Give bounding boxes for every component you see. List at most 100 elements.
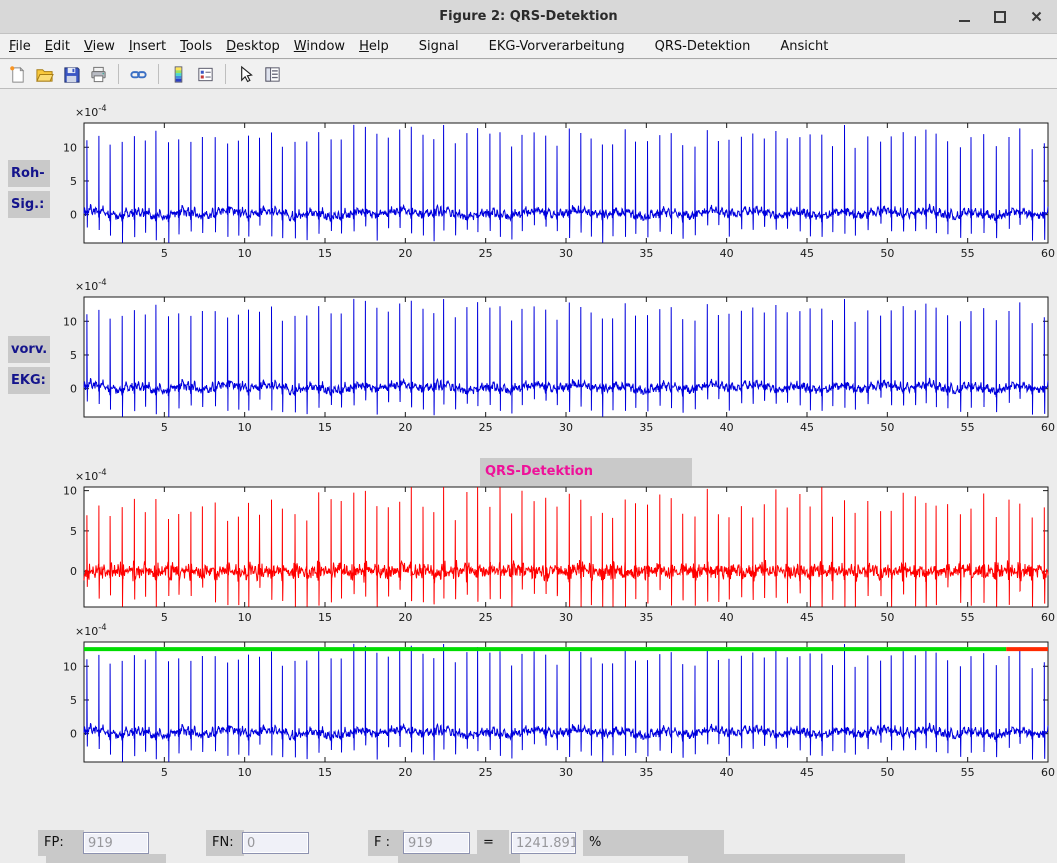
link-plot-button[interactable] [126, 62, 151, 87]
f-field[interactable] [403, 832, 470, 854]
svg-text:0: 0 [70, 728, 77, 741]
edit-plot-icon [236, 65, 255, 84]
panel-stub [688, 854, 905, 863]
menu-edit[interactable]: Edit [38, 39, 77, 54]
svg-text:5: 5 [161, 421, 168, 434]
menu-ekg-vorverarbeitung[interactable]: EKG-Vorverarbeitung [482, 39, 632, 54]
percent-label: % [583, 830, 724, 856]
equals-label: = [477, 830, 509, 856]
svg-text:10: 10 [63, 141, 77, 154]
toolbar [0, 60, 1057, 89]
svg-text:15: 15 [318, 766, 332, 779]
svg-text:20: 20 [398, 766, 412, 779]
svg-text:45: 45 [800, 421, 814, 434]
svg-text:25: 25 [479, 421, 493, 434]
svg-text:10: 10 [238, 766, 252, 779]
svg-text:5: 5 [70, 525, 77, 538]
toolbar-separator [225, 64, 226, 84]
print-icon [89, 65, 108, 84]
open-file-icon [35, 65, 54, 84]
close-icon [1031, 11, 1042, 22]
minimize-icon [959, 20, 970, 22]
svg-text:20: 20 [398, 421, 412, 434]
svg-text:10: 10 [238, 247, 252, 260]
svg-text:5: 5 [161, 247, 168, 260]
fp-field[interactable] [83, 832, 149, 854]
svg-text:40: 40 [720, 766, 734, 779]
print-button[interactable] [86, 62, 111, 87]
menu-qrs-detektion[interactable]: QRS-Detektion [648, 39, 758, 54]
svg-text:5: 5 [70, 175, 77, 188]
figure-canvas: Roh- Sig.: vorv. EKG: QRS-Detektion 5101… [0, 89, 1057, 863]
panel-stub [398, 854, 520, 863]
insert-colorbar-button[interactable] [166, 62, 191, 87]
f-label: F : [368, 830, 404, 856]
menu-insert[interactable]: Insert [122, 39, 173, 54]
svg-text:45: 45 [800, 247, 814, 260]
titlebar: Figure 2: QRS-Detektion [0, 0, 1057, 34]
svg-text:10: 10 [63, 660, 77, 673]
toolbar-separator [158, 64, 159, 84]
save-figure-button[interactable] [59, 62, 84, 87]
minimize-button[interactable] [953, 6, 975, 28]
svg-text:×10-4: ×10-4 [75, 278, 107, 293]
svg-text:10: 10 [238, 421, 252, 434]
svg-text:20: 20 [398, 247, 412, 260]
svg-text:60: 60 [1041, 421, 1055, 434]
svg-text:50: 50 [880, 421, 894, 434]
svg-text:30: 30 [559, 766, 573, 779]
save-figure-icon [62, 65, 81, 84]
close-button[interactable] [1025, 6, 1047, 28]
svg-text:55: 55 [961, 421, 975, 434]
menu-tools[interactable]: Tools [173, 39, 219, 54]
menu-signal[interactable]: Signal [412, 39, 466, 54]
svg-text:15: 15 [318, 247, 332, 260]
open-file-button[interactable] [32, 62, 57, 87]
svg-text:35: 35 [639, 766, 653, 779]
property-inspector-button[interactable] [260, 62, 285, 87]
maximize-button[interactable] [989, 6, 1011, 28]
svg-text:5: 5 [70, 349, 77, 362]
panel-stub [46, 854, 166, 863]
svg-text:10: 10 [63, 485, 77, 498]
raw-signal-plot: 510152025303540455055600510×10-4 [40, 103, 1056, 263]
svg-text:25: 25 [479, 766, 493, 779]
svg-text:25: 25 [479, 247, 493, 260]
detection-result-plot: 510152025303540455055600510×10-4 [40, 622, 1056, 782]
svg-text:0: 0 [70, 565, 77, 578]
new-figure-button[interactable] [5, 62, 30, 87]
menubar: FileEditViewInsertToolsDesktopWindowHelp… [0, 34, 1057, 59]
insert-legend-button[interactable] [193, 62, 218, 87]
svg-text:40: 40 [720, 421, 734, 434]
qrs-filtered-plot: 510152025303540455055600510×10-4 [40, 467, 1056, 627]
svg-text:60: 60 [1041, 247, 1055, 260]
svg-text:35: 35 [639, 421, 653, 434]
svg-text:0: 0 [70, 383, 77, 396]
menu-help[interactable]: Help [352, 39, 396, 54]
svg-text:0: 0 [70, 209, 77, 222]
svg-text:55: 55 [961, 247, 975, 260]
svg-text:×10-4: ×10-4 [75, 468, 107, 483]
svg-text:50: 50 [880, 247, 894, 260]
menu-view[interactable]: View [77, 39, 122, 54]
fn-field[interactable] [242, 832, 309, 854]
svg-text:55: 55 [961, 766, 975, 779]
window-controls [953, 0, 1053, 33]
menu-ansicht[interactable]: Ansicht [773, 39, 835, 54]
svg-text:10: 10 [63, 315, 77, 328]
svg-text:15: 15 [318, 421, 332, 434]
svg-text:30: 30 [559, 247, 573, 260]
property-inspector-icon [263, 65, 282, 84]
svg-text:30: 30 [559, 421, 573, 434]
svg-text:45: 45 [800, 766, 814, 779]
toolbar-separator [118, 64, 119, 84]
menu-desktop[interactable]: Desktop [219, 39, 287, 54]
preprocessed-ekg-plot: 5 10 15 20 25 30 35 40 45 50 55 60 0 5 10 ×10-4 [40, 277, 1056, 437]
ratio-field[interactable] [511, 832, 576, 854]
menu-file[interactable]: File [2, 39, 38, 54]
menu-window[interactable]: Window [287, 39, 352, 54]
edit-plot-button[interactable] [233, 62, 258, 87]
svg-text:×10-4: ×10-4 [75, 623, 107, 638]
insert-legend-icon [196, 65, 215, 84]
fp-label: FP: [38, 830, 84, 856]
